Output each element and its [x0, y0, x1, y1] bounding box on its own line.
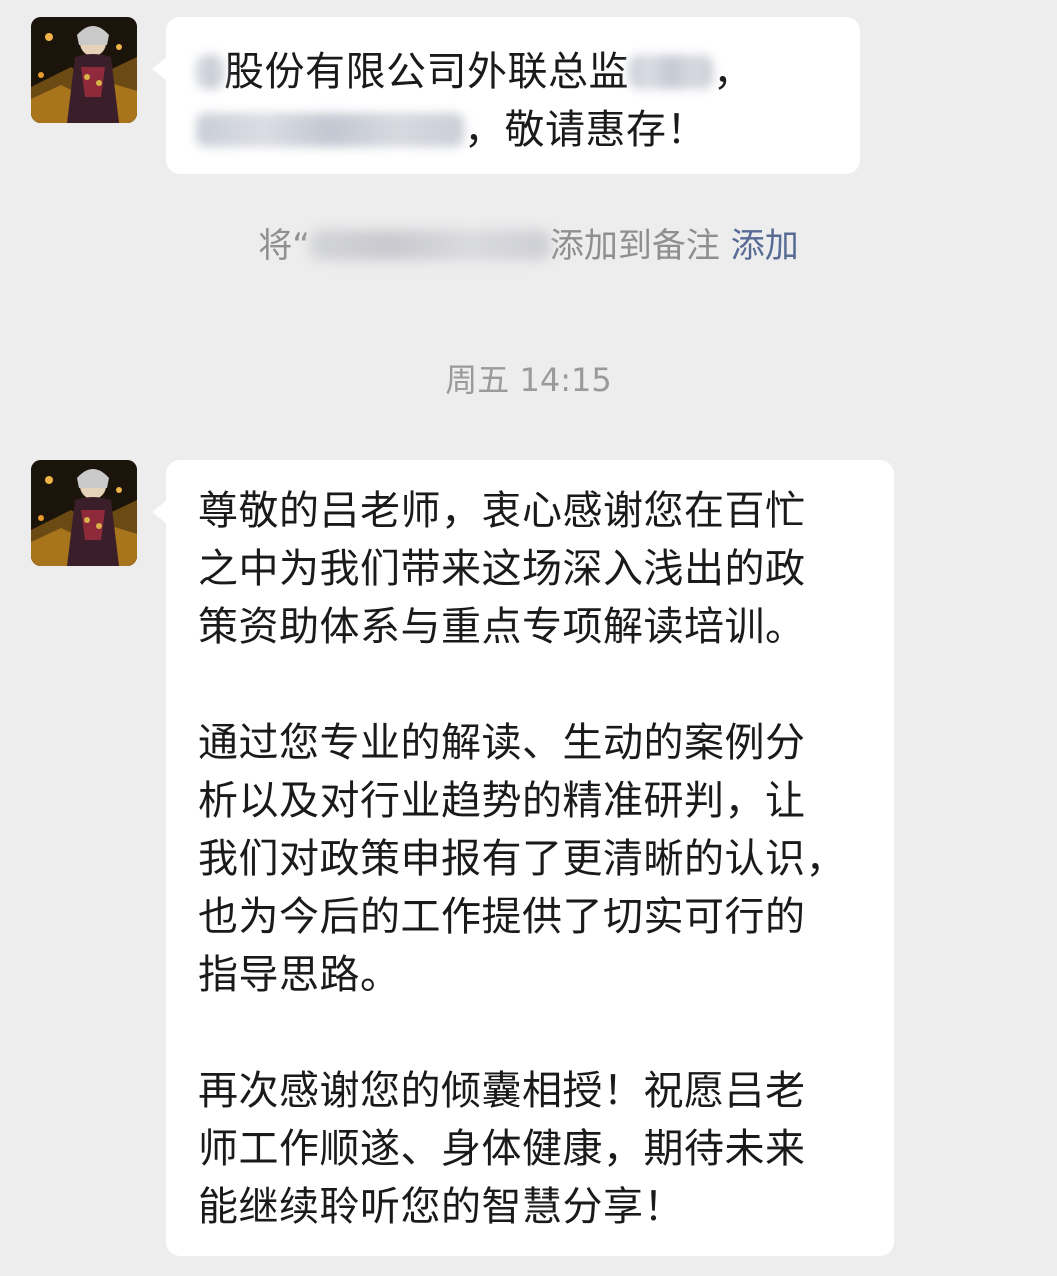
- message-paragraph: 再次感谢您的倾囊相授！祝愿吕老 师工作顺遂、身体健康，期待未来 能继续聆听您的智…: [198, 1062, 864, 1236]
- redacted-text: [196, 55, 224, 89]
- message-line: 尊敬的吕老师，衷心感谢您在百忙: [198, 488, 806, 534]
- redacted-text: [629, 55, 713, 89]
- message-line: ，敬请惠存！: [196, 101, 830, 159]
- message-line: 股份有限公司外联总监，: [196, 43, 830, 101]
- add-remark-link[interactable]: 添加: [731, 226, 799, 266]
- message-line: 也为今后的工作提供了切实可行的: [198, 894, 806, 940]
- message-line: 析以及对行业趋势的精准研判，让: [198, 778, 806, 824]
- avatar-image: [31, 17, 137, 123]
- message-line: 指导思路。: [198, 952, 401, 998]
- message-line: 师工作顺遂、身体健康，期待未来: [198, 1126, 806, 1172]
- avatar-image: [31, 460, 137, 566]
- message-line: 能继续聆听您的智慧分享！: [198, 1184, 684, 1230]
- message-paragraph: 通过您专业的解读、生动的案例分 析以及对行业趋势的精准研判，让 我们对政策申报有…: [198, 714, 864, 1004]
- avatar[interactable]: [31, 17, 137, 123]
- redacted-text: [309, 230, 550, 260]
- add-remark-notice: 将“ 添加到备注 添加: [258, 226, 799, 266]
- message-line: 再次感谢您的倾囊相授！祝愿吕老: [198, 1068, 806, 1114]
- message-line: 策资助体系与重点专项解读培训。: [198, 604, 806, 650]
- message-paragraph: 尊敬的吕老师，衷心感谢您在百忙 之中为我们带来这场深入浅出的政 策资助体系与重点…: [198, 482, 864, 656]
- message-bubble[interactable]: 尊敬的吕老师，衷心感谢您在百忙 之中为我们带来这场深入浅出的政 策资助体系与重点…: [152, 460, 894, 1256]
- message-line: 通过您专业的解读、生动的案例分: [198, 720, 806, 766]
- message-bubble[interactable]: 股份有限公司外联总监， ，敬请惠存！: [152, 17, 860, 174]
- avatar[interactable]: [31, 460, 137, 566]
- chat-view: 股份有限公司外联总监， ，敬请惠存！ 将“ 添加到备注 添加 周五 14:15 尊…: [0, 0, 1057, 1276]
- timestamp: 周五 14:15: [445, 361, 612, 399]
- message-line: 我们对政策申报有了更清晰的认识，: [198, 836, 846, 882]
- message-line: 之中为我们带来这场深入浅出的政: [198, 546, 806, 592]
- redacted-text: [196, 113, 464, 147]
